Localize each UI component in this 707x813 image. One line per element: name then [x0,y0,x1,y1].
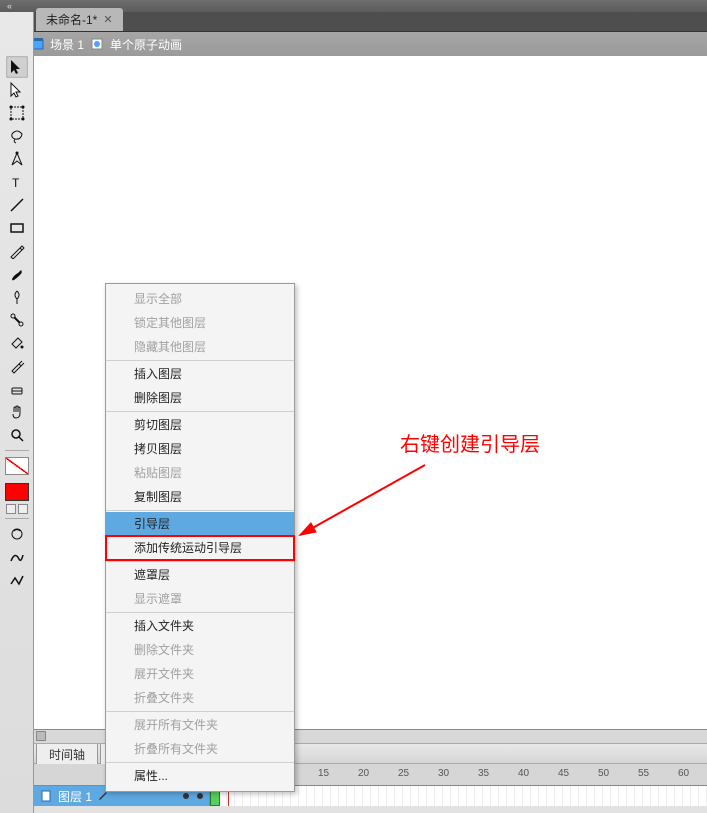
brush-tool[interactable] [6,263,28,285]
menu-item: 展开所有文件夹 [106,713,294,737]
document-tab-label: 未命名-1* [46,11,97,28]
menu-item[interactable]: 添加传统运动引导层 [106,536,294,560]
ruler-tick: 20 [358,768,369,779]
deco-tool[interactable] [6,286,28,308]
menu-item[interactable]: 插入文件夹 [106,614,294,638]
menu-item: 显示全部 [106,287,294,311]
menu-item[interactable]: 剪切图层 [106,413,294,437]
breadcrumb-scene[interactable]: 场景 1 [50,36,84,53]
menu-item: 展开文件夹 [106,662,294,686]
fill-color-swatch[interactable] [5,483,29,501]
rectangle-tool[interactable] [6,217,28,239]
menu-item: 粘贴图层 [106,461,294,485]
document-tab-row: 未命名-1* ✕ [0,12,707,32]
swap-colors[interactable] [6,504,16,514]
line-tool[interactable] [6,194,28,216]
stroke-color-swatch[interactable] [5,457,29,475]
menu-item: 折叠所有文件夹 [106,737,294,761]
annotation-arrow [295,455,445,545]
menu-item[interactable]: 删除图层 [106,386,294,410]
ruler-tick: 40 [518,768,529,779]
free-transform-tool[interactable] [6,102,28,124]
eraser-tool[interactable] [6,378,28,400]
layer-icon [40,790,52,802]
ruler-tick: 45 [558,768,569,779]
bone-tool[interactable] [6,309,28,331]
menu-item[interactable]: 遮罩层 [106,563,294,587]
no-color[interactable] [18,504,28,514]
menu-item[interactable]: 属性... [106,764,294,788]
breadcrumb-symbol[interactable]: 单个原子动画 [110,36,182,53]
menu-item[interactable]: 插入图层 [106,362,294,386]
svg-text:T: T [12,176,20,190]
menu-item: 显示遮罩 [106,587,294,611]
zoom-tool[interactable] [6,424,28,446]
close-icon[interactable]: ✕ [103,13,112,26]
straighten-tool[interactable] [6,569,28,591]
symbol-icon [90,37,104,51]
tool-panel: T [0,12,34,813]
menu-item: 折叠文件夹 [106,686,294,710]
menu-item: 删除文件夹 [106,638,294,662]
ruler-tick: 60 [678,768,689,779]
document-tab[interactable]: 未命名-1* ✕ [36,8,123,31]
pencil-tool[interactable] [6,240,28,262]
menu-item: 锁定其他图层 [106,311,294,335]
smooth-tool[interactable] [6,546,28,568]
breadcrumb: 场景 1 单个原子动画 [0,32,707,56]
menu-item[interactable]: 复制图层 [106,485,294,509]
annotation-label: 右键创建引导层 [400,428,540,457]
menu-item[interactable]: 引导层 [106,512,294,536]
menu-item: 隐藏其他图层 [106,335,294,359]
text-tool[interactable]: T [6,171,28,193]
eyedropper-tool[interactable] [6,355,28,377]
ruler-tick: 50 [598,768,609,779]
layer-name: 图层 1 [58,788,92,805]
ruler-tick: 55 [638,768,649,779]
layer-context-menu: 显示全部锁定其他图层隐藏其他图层插入图层删除图层剪切图层拷贝图层粘贴图层复制图层… [105,283,295,792]
collapse-button[interactable]: « [0,0,19,12]
tab-timeline[interactable]: 时间轴 [36,742,98,766]
snap-tool[interactable] [6,523,28,545]
paint-bucket-tool[interactable] [6,332,28,354]
selection-tool[interactable] [6,56,28,78]
hand-tool[interactable] [6,401,28,423]
ruler-tick: 25 [398,768,409,779]
ruler-tick: 30 [438,768,449,779]
ruler-tick: 15 [318,768,329,779]
ruler-tick: 35 [478,768,489,779]
pen-tool[interactable] [6,148,28,170]
subselection-tool[interactable] [6,79,28,101]
menu-item[interactable]: 拷贝图层 [106,437,294,461]
lasso-tool[interactable] [6,125,28,147]
